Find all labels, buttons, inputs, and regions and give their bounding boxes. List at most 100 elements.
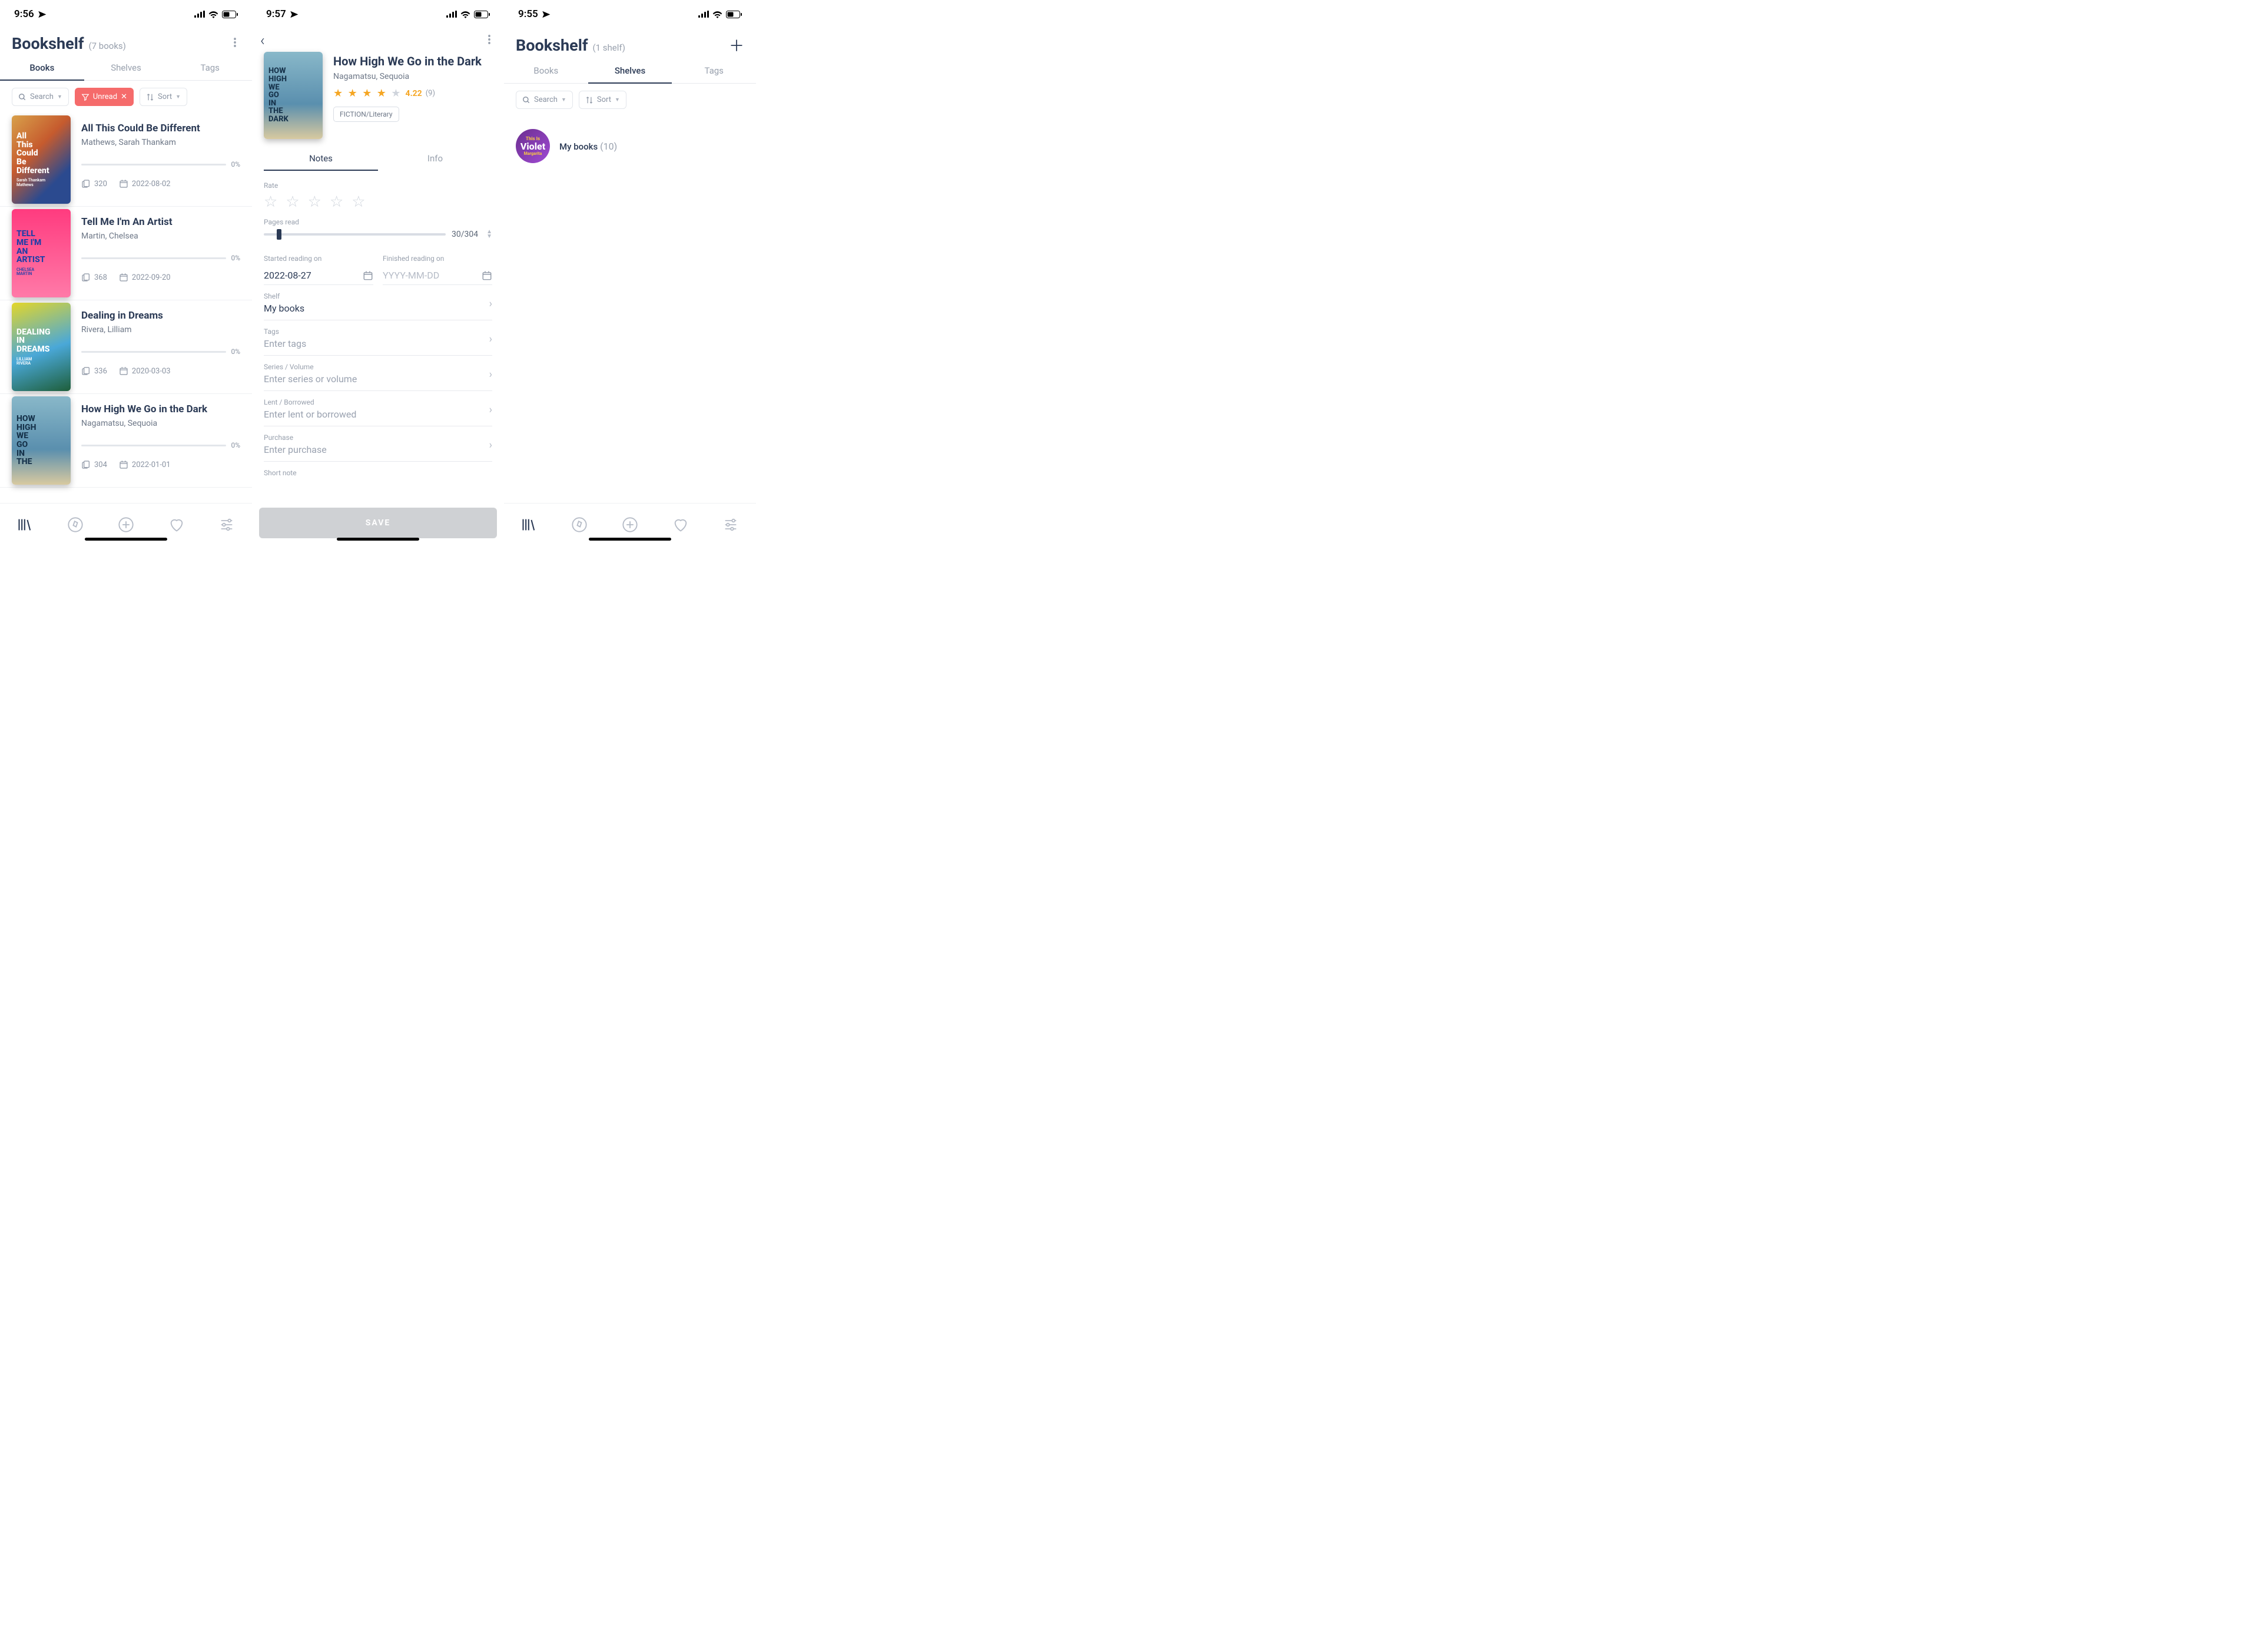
sort-chip[interactable]: Sort ▼ — [140, 88, 187, 106]
nav-library-icon[interactable] — [17, 516, 34, 533]
rating-value: 4.22 — [406, 89, 422, 98]
tab-tags[interactable]: Tags — [672, 59, 756, 83]
rating-count: (9) — [426, 89, 435, 98]
chevron-right-icon: › — [489, 403, 492, 416]
chevron-down-icon: ▼ — [615, 97, 620, 103]
battery-icon — [222, 11, 238, 18]
add-shelf-icon[interactable]: ＋ — [729, 34, 744, 56]
shelf-item[interactable]: This Is Violet Margarita My books (10) — [516, 120, 744, 173]
calendar-icon[interactable] — [482, 270, 492, 281]
star-icon[interactable]: ☆ — [308, 193, 321, 211]
nav-library-icon[interactable] — [521, 516, 538, 533]
pages-read-slider[interactable] — [264, 233, 446, 236]
calendar-icon[interactable] — [363, 270, 373, 281]
book-cover[interactable]: TELLME I'MANARTISTCHELSEA MARTIN — [12, 209, 71, 297]
tab-tags[interactable]: Tags — [168, 57, 252, 80]
finished-label: Finished reading on — [383, 254, 492, 263]
book-item[interactable]: TELLME I'MANARTISTCHELSEA MARTIN Tell Me… — [0, 207, 252, 300]
book-list[interactable]: AllThisCouldBeDifferentSarah Thankam Mat… — [0, 113, 252, 503]
book-cover[interactable]: HOWHIGHWEGOINTHEDARK — [264, 52, 323, 139]
page-subtitle: (7 books) — [89, 41, 126, 51]
finished-date-placeholder: YYYY-MM-DD — [383, 270, 439, 281]
calendar-icon — [119, 179, 128, 188]
search-chip[interactable]: Search ▼ — [516, 91, 573, 109]
lent-field[interactable]: Lent / Borrowed Enter lent or borrowed › — [264, 391, 492, 426]
star-icon[interactable]: ☆ — [264, 193, 277, 211]
book-cover[interactable]: AllThisCouldBeDifferentSarah Thankam Mat… — [12, 115, 71, 204]
star-icon[interactable]: ☆ — [286, 193, 299, 211]
location-icon — [38, 10, 47, 19]
wifi-icon — [460, 11, 470, 18]
back-icon[interactable]: ‹ — [260, 32, 265, 49]
search-label: Search — [30, 92, 54, 101]
home-indicator[interactable] — [589, 538, 671, 541]
book-item[interactable]: HOWHIGHWEGOINTHE How High We Go in the D… — [0, 394, 252, 488]
series-field[interactable]: Series / Volume Enter series or volume › — [264, 356, 492, 391]
pages-stat: 320 — [81, 179, 107, 188]
nav-explore-icon[interactable] — [67, 516, 84, 533]
book-author: Mathews, Sarah Thankam — [81, 138, 240, 147]
screen-bookshelf-books: 9:56 Bookshelf (7 books) ••• Books Shelv… — [0, 0, 252, 545]
star-icon[interactable]: ☆ — [330, 193, 343, 211]
book-item[interactable]: DEALINGINDREAMSLILLIAM RIVERA Dealing in… — [0, 300, 252, 394]
book-title: How High We Go in the Dark — [333, 54, 492, 68]
close-icon[interactable]: ✕ — [121, 92, 127, 101]
tab-shelves[interactable]: Shelves — [588, 59, 672, 83]
genre-chip[interactable]: FICTION/Literary — [333, 107, 399, 122]
calendar-icon — [119, 366, 128, 376]
nav-settings-icon[interactable] — [218, 516, 235, 533]
nav-settings-icon[interactable] — [722, 516, 739, 533]
nav-add-icon[interactable] — [622, 516, 638, 533]
rate-input[interactable]: ☆ ☆ ☆ ☆ ☆ — [264, 193, 492, 211]
home-indicator[interactable] — [85, 538, 167, 541]
progress-label: 0% — [231, 160, 240, 168]
star-icon: ★ ★ ★ ★ ★ — [333, 87, 402, 100]
started-date-value: 2022-08-27 — [264, 270, 311, 281]
nav-favorites-icon[interactable] — [168, 516, 185, 533]
date-stat: 2022-08-02 — [119, 179, 171, 188]
chevron-right-icon: › — [489, 333, 492, 345]
progress-bar — [81, 257, 226, 259]
status-bar: 9:57 — [252, 0, 504, 28]
sort-label: Sort — [597, 95, 611, 104]
shelf-field[interactable]: Shelf My books › — [264, 285, 492, 320]
status-time: 9:56 — [14, 8, 34, 20]
search-chip[interactable]: Search ▼ — [12, 88, 69, 106]
sort-chip[interactable]: Sort ▼ — [579, 91, 626, 109]
rating: ★ ★ ★ ★ ★ 4.22 (9) — [333, 87, 492, 100]
signal-icon — [446, 11, 457, 18]
star-icon[interactable]: ☆ — [352, 193, 365, 211]
sub-tab-info[interactable]: Info — [378, 146, 492, 171]
detail-header: ‹ ••• — [252, 28, 504, 49]
menu-icon[interactable]: ••• — [230, 38, 240, 49]
wifi-icon — [712, 11, 722, 18]
home-indicator[interactable] — [337, 538, 419, 541]
date-stat: 2022-01-01 — [119, 460, 171, 469]
nav-favorites-icon[interactable] — [672, 516, 689, 533]
book-item[interactable]: AllThisCouldBeDifferentSarah Thankam Mat… — [0, 113, 252, 207]
nav-explore-icon[interactable] — [571, 516, 588, 533]
started-date-field[interactable]: 2022-08-27 — [264, 266, 373, 285]
tab-books[interactable]: Books — [504, 59, 588, 83]
purchase-field[interactable]: Purchase Enter purchase › — [264, 426, 492, 462]
tab-books[interactable]: Books — [0, 57, 84, 80]
page-title: Bookshelf — [516, 36, 588, 55]
pages-stepper[interactable]: ▲▼ — [486, 230, 492, 239]
tags-field[interactable]: Tags Enter tags › — [264, 320, 492, 356]
save-button[interactable]: SAVE — [259, 508, 497, 538]
sort-label: Sort — [158, 92, 172, 101]
finished-date-field[interactable]: YYYY-MM-DD — [383, 266, 492, 285]
book-cover[interactable]: DEALINGINDREAMSLILLIAM RIVERA — [12, 303, 71, 391]
filter-unread-chip[interactable]: Unread ✕ — [75, 88, 134, 106]
slider-thumb[interactable] — [277, 229, 281, 240]
signal-icon — [194, 11, 205, 18]
progress-bar — [81, 164, 226, 165]
sub-tab-notes[interactable]: Notes — [264, 146, 378, 171]
short-note-field[interactable]: Short note — [264, 462, 492, 485]
nav-add-icon[interactable] — [118, 516, 134, 533]
screen-bookshelf-shelves: 9:55 Bookshelf (1 shelf) ＋ Books Shelves… — [504, 0, 756, 545]
tab-shelves[interactable]: Shelves — [84, 57, 168, 80]
book-cover[interactable]: HOWHIGHWEGOINTHE — [12, 396, 71, 485]
menu-icon[interactable]: ••• — [484, 35, 495, 46]
signal-icon — [698, 11, 709, 18]
